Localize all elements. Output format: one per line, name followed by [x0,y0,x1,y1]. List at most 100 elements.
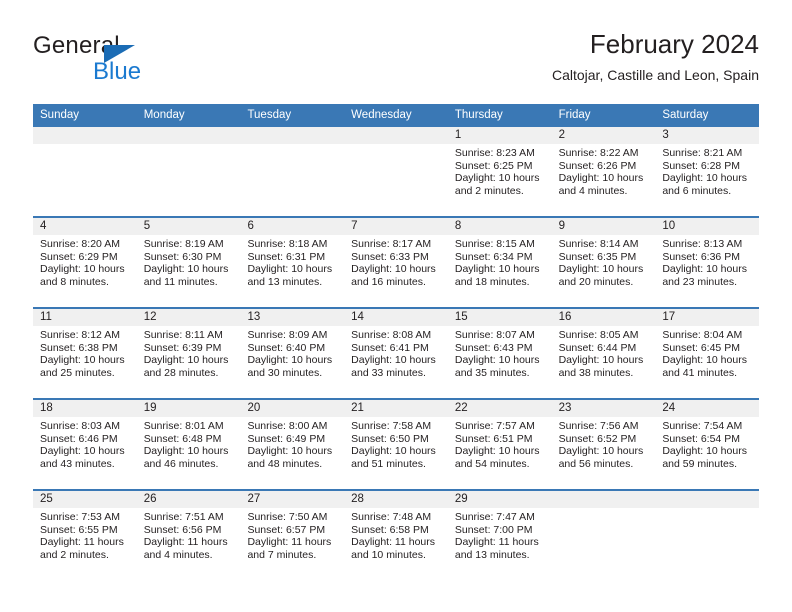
day-number [136,127,241,144]
sunrise-text: Sunrise: 8:11 AM [143,329,223,341]
calendar-day-cell[interactable]: 8 Sunrise: 8:15 AM Sunset: 6:34 PM Daylight… [447,218,552,307]
daylight-text: Daylight: 10 hours and 56 minutes. [558,445,644,470]
day-sun-info: Sunrise: 7:54 AM Sunset: 6:54 PM Daylight:… [655,417,759,470]
sunset-text: Sunset: 6:41 PM [351,341,429,354]
calendar-day-cell[interactable]: 5 Sunrise: 8:19 AM Sunset: 6:30 PM Daylight… [136,218,241,307]
calendar-day-cell[interactable]: 23 Sunrise: 7:56 AM Sunset: 6:52 PM Dayligh… [551,400,656,489]
daylight-text: Daylight: 10 hours and 8 minutes. [40,263,125,288]
day-sun-info: Sunrise: 8:07 AM Sunset: 6:43 PM Daylight:… [448,326,552,379]
daylight-text: Daylight: 10 hours and 51 minutes. [351,445,436,470]
calendar-day-cell[interactable]: 6 Sunrise: 8:18 AM Sunset: 6:31 PM Daylight… [240,218,345,307]
sunrise-text: Sunrise: 8:01 AM [143,420,224,432]
sunset-text: Sunset: 6:34 PM [454,250,533,263]
daylight-text: Daylight: 10 hours and 35 minutes. [454,354,540,379]
day-sun-info: Sunrise: 7:47 AM Sunset: 7:00 PM Daylight:… [448,508,552,561]
day-sun-info: Sunrise: 7:56 AM Sunset: 6:52 PM Daylight:… [552,417,656,470]
general-blue-logo: General Blue [33,32,253,88]
day-number: 29 [447,491,552,508]
sunrise-text: Sunrise: 8:13 AM [662,238,743,250]
day-sun-info: Sunrise: 7:51 AM Sunset: 6:56 PM Daylight:… [137,508,241,561]
day-number: 21 [344,400,448,417]
sunrise-text: Sunrise: 7:57 AM [454,420,535,432]
weekday-header-thursday: Thursday [454,109,503,121]
sunset-text: Sunset: 6:54 PM [662,432,740,445]
calendar-day-cell[interactable]: 29 Sunrise: 7:47 AM Sunset: 7:00 PM Dayligh… [447,491,552,580]
day-number: 13 [240,309,345,326]
calendar-day-cell[interactable]: 21 Sunrise: 7:58 AM Sunset: 6:50 PM Dayligh… [344,400,448,489]
sunrise-text: Sunrise: 8:19 AM [143,238,224,250]
day-sun-info: Sunrise: 8:15 AM Sunset: 6:34 PM Daylight:… [448,235,552,288]
daylight-text: Daylight: 10 hours and 13 minutes. [247,263,333,288]
calendar-day-cell[interactable]: 9 Sunrise: 8:14 AM Sunset: 6:35 PM Daylight… [551,218,656,307]
sunrise-text: Sunrise: 8:20 AM [40,238,120,250]
sunrise-text: Sunrise: 8:07 AM [454,329,535,341]
calendar-day-cell[interactable]: 14 Sunrise: 8:08 AM Sunset: 6:41 PM Dayligh… [344,309,448,398]
calendar-week-row: 25 Sunrise: 7:53 AM Sunset: 6:55 PM Dayligh… [33,489,760,580]
calendar-day-cell[interactable]: 20 Sunrise: 8:00 AM Sunset: 6:49 PM Dayligh… [240,400,345,489]
sunset-text: Sunset: 6:26 PM [558,159,637,172]
day-number: 1 [447,127,552,144]
daylight-text: Daylight: 10 hours and 48 minutes. [247,445,333,470]
weekday-header-monday: Monday [143,109,185,121]
sunset-text: Sunset: 6:43 PM [454,341,533,354]
sunrise-text: Sunrise: 8:04 AM [662,329,743,341]
daylight-text: Daylight: 10 hours and 4 minutes. [558,172,644,197]
day-number: 10 [655,218,760,235]
calendar-day-cell[interactable]: 19 Sunrise: 8:01 AM Sunset: 6:48 PM Dayligh… [136,400,241,489]
day-number: 26 [136,491,241,508]
calendar-day-cell[interactable]: 22 Sunrise: 7:57 AM Sunset: 6:51 PM Dayligh… [447,400,552,489]
sunset-text: Sunset: 6:55 PM [40,523,118,536]
day-number: 16 [551,309,656,326]
sunrise-text: Sunrise: 8:23 AM [454,147,535,159]
calendar-day-cell[interactable]: 1 Sunrise: 8:23 AM Sunset: 6:25 PM Daylight… [447,127,552,216]
calendar-day-cell[interactable]: 16 Sunrise: 8:05 AM Sunset: 6:44 PM Dayligh… [551,309,656,398]
sunrise-text: Sunrise: 7:58 AM [351,420,432,432]
sunrise-text: Sunrise: 8:14 AM [558,238,639,250]
sunrise-text: Sunrise: 8:18 AM [247,238,328,250]
sunset-text: Sunset: 6:29 PM [40,250,118,263]
calendar-day-empty [551,491,656,580]
calendar-day-cell[interactable]: 25 Sunrise: 7:53 AM Sunset: 6:55 PM Dayligh… [33,491,137,580]
day-number: 20 [240,400,345,417]
location-subtitle: Caltojar, Castille and Leon, Spain [551,67,759,83]
calendar-day-cell[interactable]: 7 Sunrise: 8:17 AM Sunset: 6:33 PM Daylight… [344,218,448,307]
calendar-day-cell[interactable]: 10 Sunrise: 8:13 AM Sunset: 6:36 PM Dayligh… [655,218,760,307]
daylight-text: Daylight: 10 hours and 23 minutes. [662,263,747,288]
calendar-day-cell[interactable]: 4 Sunrise: 8:20 AM Sunset: 6:29 PM Daylight… [33,218,137,307]
day-sun-info: Sunrise: 8:11 AM Sunset: 6:39 PM Daylight:… [137,326,241,379]
day-sun-info: Sunrise: 8:00 AM Sunset: 6:49 PM Daylight:… [240,417,344,470]
calendar-day-cell[interactable]: 11 Sunrise: 8:12 AM Sunset: 6:38 PM Dayligh… [33,309,137,398]
day-number [33,127,137,144]
sunset-text: Sunset: 6:36 PM [662,250,740,263]
sunrise-text: Sunrise: 7:50 AM [247,511,328,523]
sunset-text: Sunset: 6:51 PM [454,432,533,445]
sunrise-text: Sunrise: 8:21 AM [662,147,743,159]
logo-text-blue: Blue [93,58,142,85]
weekday-header-friday: Friday [558,109,591,121]
calendar-day-cell[interactable]: 17 Sunrise: 8:04 AM Sunset: 6:45 PM Dayligh… [655,309,760,398]
daylight-text: Daylight: 11 hours and 4 minutes. [143,536,228,561]
day-number: 2 [551,127,656,144]
calendar-day-empty [240,127,345,216]
calendar-day-cell[interactable]: 28 Sunrise: 7:48 AM Sunset: 6:58 PM Dayligh… [344,491,448,580]
day-number: 27 [240,491,345,508]
sunrise-text: Sunrise: 8:09 AM [247,329,328,341]
day-number [240,127,345,144]
day-sun-info: Sunrise: 7:53 AM Sunset: 6:55 PM Daylight:… [33,508,137,561]
sunset-text: Sunset: 6:31 PM [247,250,326,263]
sunrise-text: Sunrise: 8:22 AM [558,147,639,159]
calendar-day-cell[interactable]: 27 Sunrise: 7:50 AM Sunset: 6:57 PM Dayligh… [240,491,345,580]
calendar-day-cell[interactable]: 13 Sunrise: 8:09 AM Sunset: 6:40 PM Dayligh… [240,309,345,398]
calendar-day-cell[interactable]: 2 Sunrise: 8:22 AM Sunset: 6:26 PM Daylight… [551,127,656,216]
calendar-day-cell[interactable]: 15 Sunrise: 8:07 AM Sunset: 6:43 PM Dayligh… [447,309,552,398]
calendar-day-cell[interactable]: 18 Sunrise: 8:03 AM Sunset: 6:46 PM Dayligh… [33,400,137,489]
calendar-day-cell[interactable]: 26 Sunrise: 7:51 AM Sunset: 6:56 PM Dayligh… [136,491,241,580]
calendar-day-cell[interactable]: 3 Sunrise: 8:21 AM Sunset: 6:28 PM Daylight… [655,127,760,216]
calendar-day-cell[interactable]: 24 Sunrise: 7:54 AM Sunset: 6:54 PM Dayligh… [655,400,760,489]
sunrise-text: Sunrise: 7:47 AM [454,511,535,523]
calendar-day-cell[interactable]: 12 Sunrise: 8:11 AM Sunset: 6:39 PM Dayligh… [136,309,241,398]
calendar-day-empty [136,127,241,216]
day-sun-info: Sunrise: 8:17 AM Sunset: 6:33 PM Daylight:… [344,235,448,288]
sunrise-text: Sunrise: 8:17 AM [351,238,432,250]
daylight-text: Daylight: 10 hours and 59 minutes. [662,445,747,470]
